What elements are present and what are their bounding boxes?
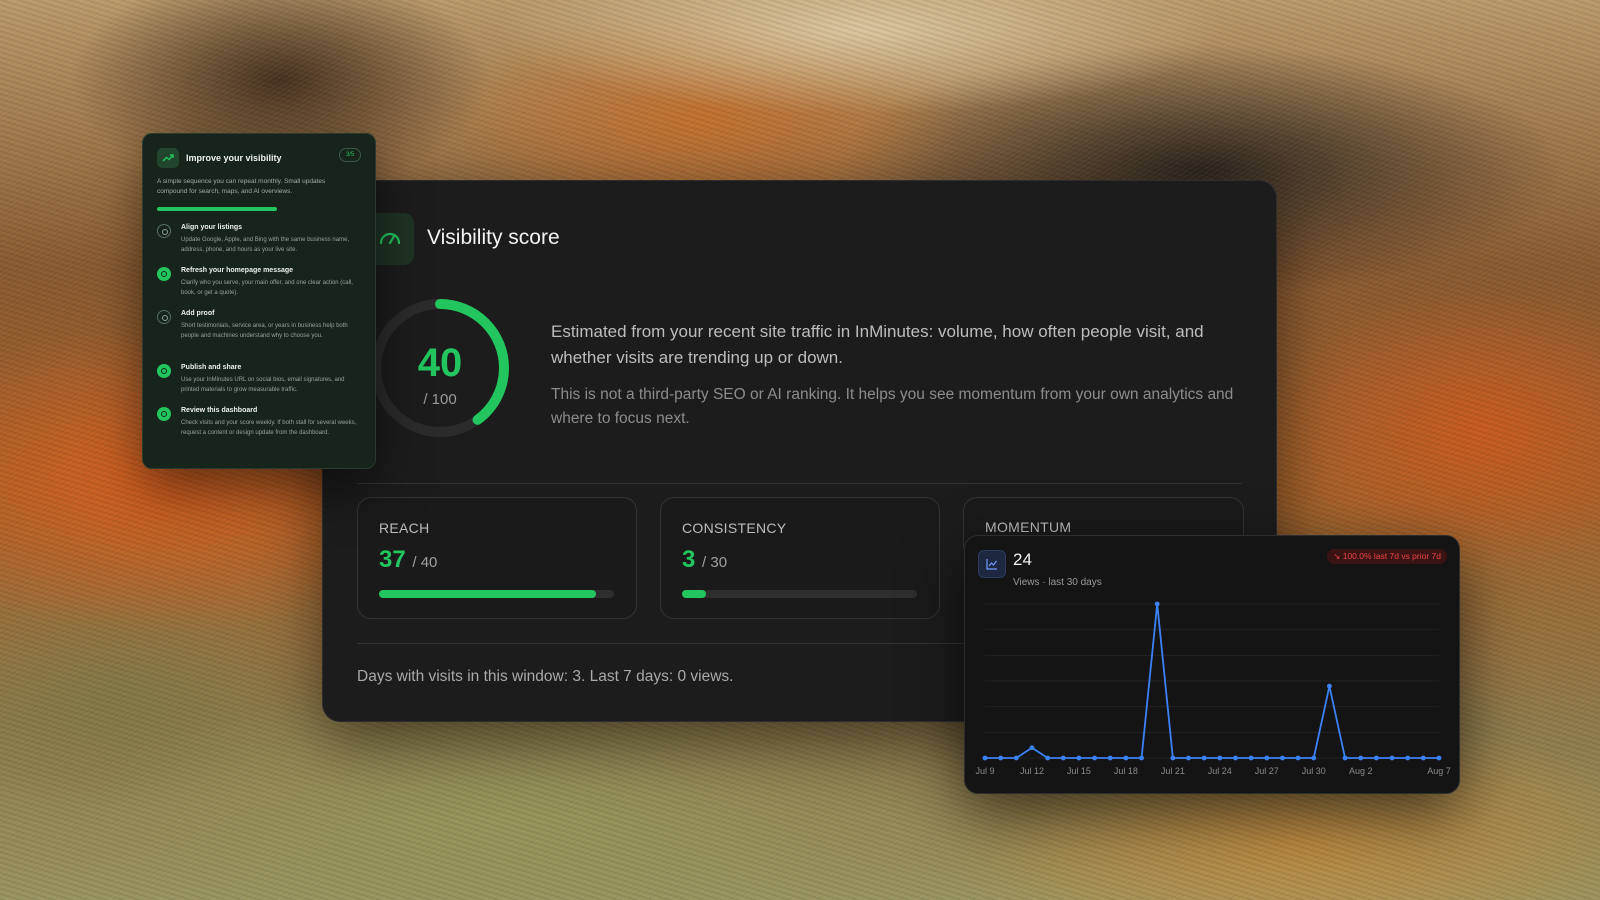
data-point (1295, 755, 1301, 761)
data-point (1170, 755, 1176, 761)
data-point (1280, 755, 1285, 761)
metric-consistency: CONSISTENCY 3 / 30 (660, 497, 940, 619)
data-point (1045, 755, 1051, 761)
panel-title: Improve your visibility (186, 153, 282, 163)
x-tick-label: Aug 2 (1349, 766, 1373, 776)
panel-subtitle: A simple sequence you can repeat monthly… (157, 178, 326, 195)
step-title: Publish and share (181, 364, 242, 371)
step-title: Review this dashboard (181, 407, 258, 414)
card-title: Visibility score (427, 226, 560, 249)
momentum-chart-card: 24 Views · last 30 days ↘ 100.0% last 7d… (964, 535, 1460, 794)
step-title: Add proof (181, 310, 215, 317)
data-point (1060, 755, 1066, 761)
data-point (1233, 755, 1238, 761)
panel-progress-bar (157, 207, 277, 211)
data-point (1248, 755, 1254, 761)
x-tick-label: Jul 15 (1067, 766, 1091, 776)
data-point (1092, 755, 1097, 761)
score-max: / 100 (423, 391, 457, 408)
metric-progress-fill (379, 590, 597, 598)
data-point (982, 755, 988, 761)
data-point (1107, 755, 1113, 761)
step-description: Use your InMinutes URL on social bios, e… (181, 377, 345, 393)
step-status-icon[interactable] (157, 310, 171, 324)
visits-summary: Days with visits in this window: 3. Last… (357, 668, 734, 685)
data-point (1076, 755, 1082, 761)
step-description: Update Google, Apple, and Bing with the … (181, 237, 350, 253)
step-status-icon[interactable] (157, 224, 171, 238)
data-point (1217, 755, 1223, 761)
data-point (998, 755, 1004, 761)
metric-value: 3 (682, 546, 696, 573)
step-status-icon[interactable] (157, 407, 171, 421)
x-tick-label: Jul 30 (1302, 766, 1326, 776)
score-note: This is not a third-party SEO or AI rank… (551, 386, 1234, 427)
step-title: Align your listings (181, 224, 243, 231)
score-description: Estimated from your recent site traffic … (551, 322, 1204, 367)
step-description: Short testimonials, service area, or yea… (181, 323, 348, 339)
data-point (1373, 755, 1379, 761)
data-point (1123, 755, 1129, 761)
data-point (1013, 755, 1019, 761)
metric-label: REACH (379, 520, 430, 536)
data-point (1420, 755, 1426, 761)
progress-badge: 3/5 (339, 148, 361, 162)
data-point (1264, 755, 1270, 761)
metric-progress-fill (682, 590, 706, 598)
data-point (1327, 683, 1332, 689)
data-point (1029, 745, 1035, 751)
x-tick-label: Jul 9 (975, 766, 994, 776)
metric-progress-track (682, 590, 917, 598)
step-description: Check visits and your score weekly. If b… (181, 420, 357, 436)
metric-max: / 30 (702, 554, 728, 571)
improve-visibility-panel: Improve your visibility 3/5 A simple seq… (142, 133, 376, 469)
data-point (1139, 755, 1144, 761)
metric-label: CONSISTENCY (682, 520, 787, 536)
step-status-icon[interactable] (157, 364, 171, 378)
step-description: Clarify who you serve, your main offer, … (181, 280, 353, 296)
metric-max: / 40 (412, 554, 438, 571)
data-point (1154, 601, 1160, 607)
metric-progress-track (379, 590, 614, 598)
metric-value: 37 (379, 546, 406, 573)
step-title: Refresh your homepage message (181, 267, 294, 274)
score-value: 40 (417, 341, 463, 385)
trending-up-icon (157, 148, 179, 168)
x-tick-label: Jul 21 (1161, 766, 1185, 776)
x-tick-label: Jul 18 (1114, 766, 1138, 776)
data-point (1311, 755, 1317, 761)
divider (357, 483, 1242, 484)
views-line-chart: Jul 9 Jul 12 Jul 15 Jul 18 Jul 21 Jul 24 Jul 2… (975, 601, 1451, 776)
data-point (1405, 755, 1411, 761)
data-point (1436, 755, 1442, 761)
data-point (1358, 755, 1364, 761)
metric-reach: REACH 37 / 40 (357, 497, 637, 619)
data-point (1201, 755, 1207, 761)
metric-label: MOMENTUM (985, 519, 1072, 535)
data-point (1342, 755, 1348, 761)
x-tick-label: Jul 27 (1255, 766, 1279, 776)
x-tick-label: Jul 12 (1020, 766, 1044, 776)
x-tick-label: Jul 24 (1208, 766, 1232, 776)
x-tick-label: Aug 7 (1427, 766, 1451, 776)
data-point (1186, 755, 1191, 761)
data-point (1389, 755, 1395, 761)
step-status-icon[interactable] (157, 267, 171, 281)
